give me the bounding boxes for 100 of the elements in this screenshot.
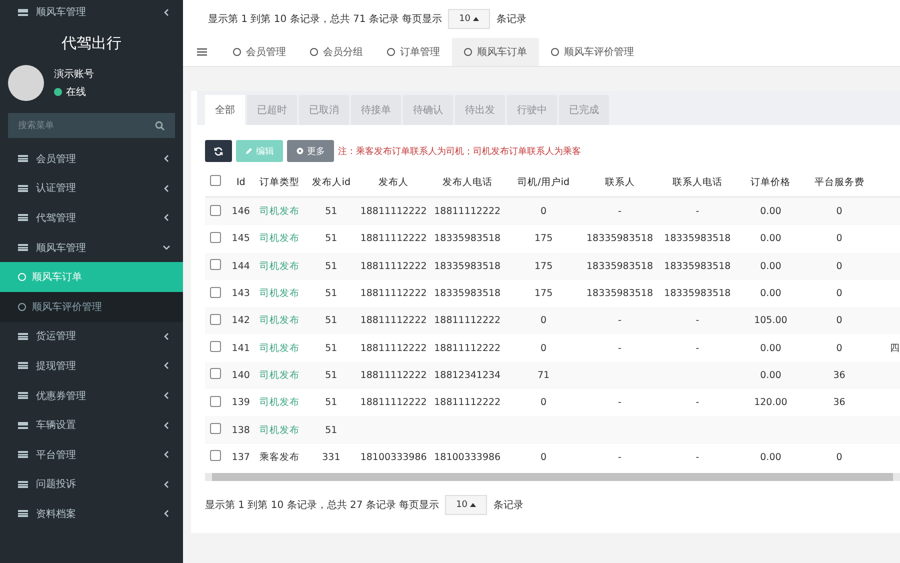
table-cell: 0 (540, 452, 547, 463)
table-cell: 18335983518 (434, 260, 501, 272)
table-cell: 0 (836, 452, 842, 463)
sidebar-item[interactable]: 问题投诉 (0, 470, 183, 500)
sidebar-item[interactable]: 顺风车管理 (0, 0, 183, 24)
chevron-icon (164, 510, 169, 518)
table-cell: 142 (232, 315, 250, 326)
sidebar-item[interactable]: 认证管理 (0, 174, 183, 204)
table-cell: 51 (325, 233, 338, 244)
table-cell: 175 (534, 260, 553, 272)
list-icon (18, 8, 28, 16)
table-cell: 0.00 (760, 233, 782, 244)
table-cell: 四 (890, 342, 900, 354)
table-cell: 18335983518 (586, 288, 654, 300)
caret-icon (473, 17, 480, 21)
checkbox[interactable] (210, 314, 222, 325)
checkbox[interactable] (210, 204, 222, 216)
table-cell: 0 (540, 206, 547, 218)
list-icon (18, 244, 28, 252)
table-cell: 51 (325, 397, 338, 408)
checkbox[interactable] (210, 341, 222, 352)
list-icon (18, 184, 28, 192)
nav-tab[interactable]: 会员分组 (298, 38, 375, 66)
sidebar-item[interactable]: 车辆设置 (0, 410, 183, 440)
table-cell: - (618, 452, 622, 463)
chevron-icon (164, 422, 169, 429)
table-cell: 144 (232, 260, 250, 272)
table-cell: 18335983518 (664, 288, 731, 300)
more-button[interactable]: 更多 (287, 140, 334, 162)
sidebar-item[interactable]: 货运管理 (0, 322, 183, 352)
table-cell: 141 (232, 342, 250, 354)
list-icon (18, 422, 28, 429)
list-icon (18, 510, 28, 518)
page-size-dropdown[interactable]: 10 (448, 9, 490, 29)
list-icon (18, 332, 28, 340)
table-cell: 乘客发布 (259, 452, 300, 463)
checkbox[interactable] (210, 286, 222, 298)
checkbox[interactable] (210, 396, 222, 407)
table-cell: 145 (232, 233, 250, 244)
checkbox[interactable] (210, 450, 222, 462)
table-cell: 18811112222 (360, 288, 427, 300)
nav-tab[interactable]: 会员管理 (221, 38, 298, 66)
table-cell: 0 (540, 315, 547, 326)
gear-icon (296, 147, 304, 155)
sidebar-item[interactable]: 提现管理 (0, 351, 183, 381)
sidebar-item[interactable]: 优惠券管理 (0, 380, 183, 410)
checkbox[interactable] (210, 175, 222, 186)
table-cell: 137 (232, 452, 250, 463)
table-cell: - (696, 315, 700, 326)
checkbox[interactable] (210, 232, 222, 243)
table-cell: 138 (232, 424, 250, 436)
sidebar-item[interactable]: 会员管理 (0, 144, 183, 174)
nav-tab[interactable]: 顺风车订单 (452, 38, 539, 66)
chevron-icon (164, 451, 169, 458)
table-cell: 18811112222 (434, 206, 501, 218)
chevron-icon (163, 245, 170, 250)
table-cell: - (696, 397, 700, 408)
brand-title: 代驾出行 (60, 33, 122, 54)
table-cell: 143 (232, 288, 250, 300)
pencil-icon (245, 147, 253, 155)
nav-tab[interactable]: 订单管理 (375, 38, 452, 66)
sidebar-item[interactable]: 平台管理 (0, 440, 183, 470)
menu-icon[interactable] (197, 48, 207, 56)
avatar (8, 65, 44, 101)
checkbox[interactable] (210, 368, 222, 380)
table-cell: 51 (325, 288, 338, 300)
sidebar-item[interactable]: 代驾管理 (0, 203, 183, 233)
table-cell: 18335983518 (434, 288, 501, 300)
table-cell: 139 (232, 397, 250, 408)
table-cell: 71 (538, 370, 550, 381)
status-tab[interactable]: 全部 (205, 95, 245, 125)
sidebar-item[interactable]: 资料档案 (0, 499, 183, 529)
table-cell: 18811112222 (360, 260, 427, 272)
search-field[interactable]: 搜索菜单 (8, 113, 175, 138)
list-icon (18, 480, 28, 488)
table-cell: 0 (836, 288, 842, 300)
table-cell: 18811112222 (434, 342, 501, 354)
page-size-dropdown[interactable]: 10 (445, 494, 488, 515)
table-cell: 36 (833, 370, 846, 381)
checkbox[interactable] (210, 423, 222, 434)
scrollbar[interactable] (205, 472, 900, 481)
table-cell: 18335983518 (586, 260, 654, 272)
table-cell: - (618, 315, 622, 326)
list-icon (18, 451, 28, 458)
checkbox[interactable] (210, 259, 222, 270)
refresh-button[interactable] (205, 140, 232, 162)
table-cell: 18100333986 (360, 452, 427, 463)
chevron-icon (164, 392, 169, 400)
table-cell: 18100333986 (434, 452, 501, 463)
table-cell: 0 (836, 315, 842, 326)
sidebar-subitem[interactable]: 顺风车评价管理 (0, 292, 183, 322)
table-cell: 51 (325, 315, 338, 326)
note-text: 注：乘客发布订单联系人为司机；司机发布订单联系人为乘客 (338, 146, 581, 158)
sidebar-item[interactable]: 顺风车管理 (0, 232, 183, 262)
table-cell: 0.00 (760, 370, 782, 381)
pagination-text: 显示第 1 到第 10 条记录，总共 27 条记录 每页显示 (205, 498, 440, 512)
table-cell: 331 (322, 452, 340, 463)
nav-tab[interactable]: 顺风车评价管理 (539, 38, 646, 66)
pagination-text: 显示第 1 到第 10 条记录，总共 71 条记录 每页显示 (208, 12, 442, 26)
table-cell: 18335983518 (664, 233, 731, 244)
